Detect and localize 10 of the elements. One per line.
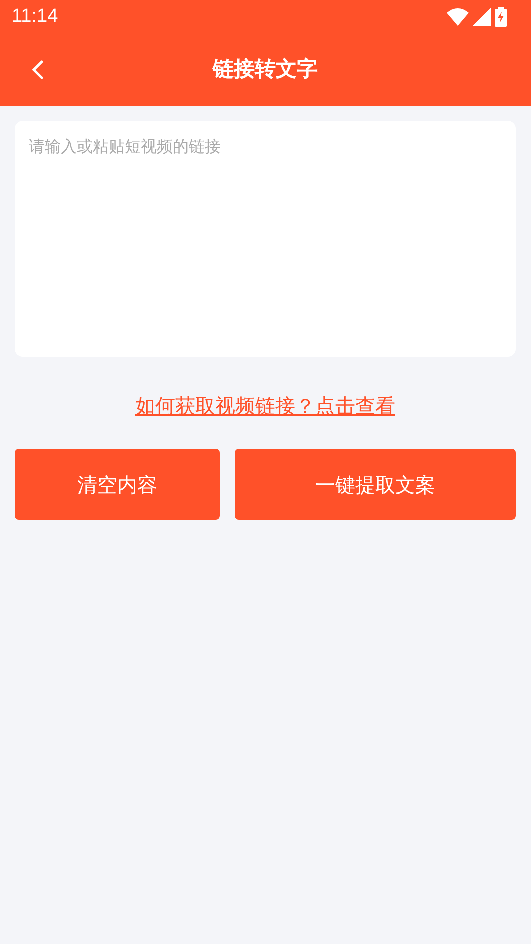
battery-icon <box>495 7 507 27</box>
back-icon <box>32 60 44 80</box>
signal-icon <box>473 8 491 26</box>
status-time: 11:14 <box>12 4 58 29</box>
extract-button[interactable]: 一键提取文案 <box>235 449 516 520</box>
page-title: 链接转文字 <box>213 56 318 84</box>
help-link[interactable]: 如何获取视频链接？点击查看 <box>136 391 396 421</box>
wifi-icon <box>447 8 469 26</box>
link-input-field[interactable]: 请输入或粘贴短视频的链接 <box>15 121 516 357</box>
clear-button[interactable]: 清空内容 <box>15 449 220 520</box>
